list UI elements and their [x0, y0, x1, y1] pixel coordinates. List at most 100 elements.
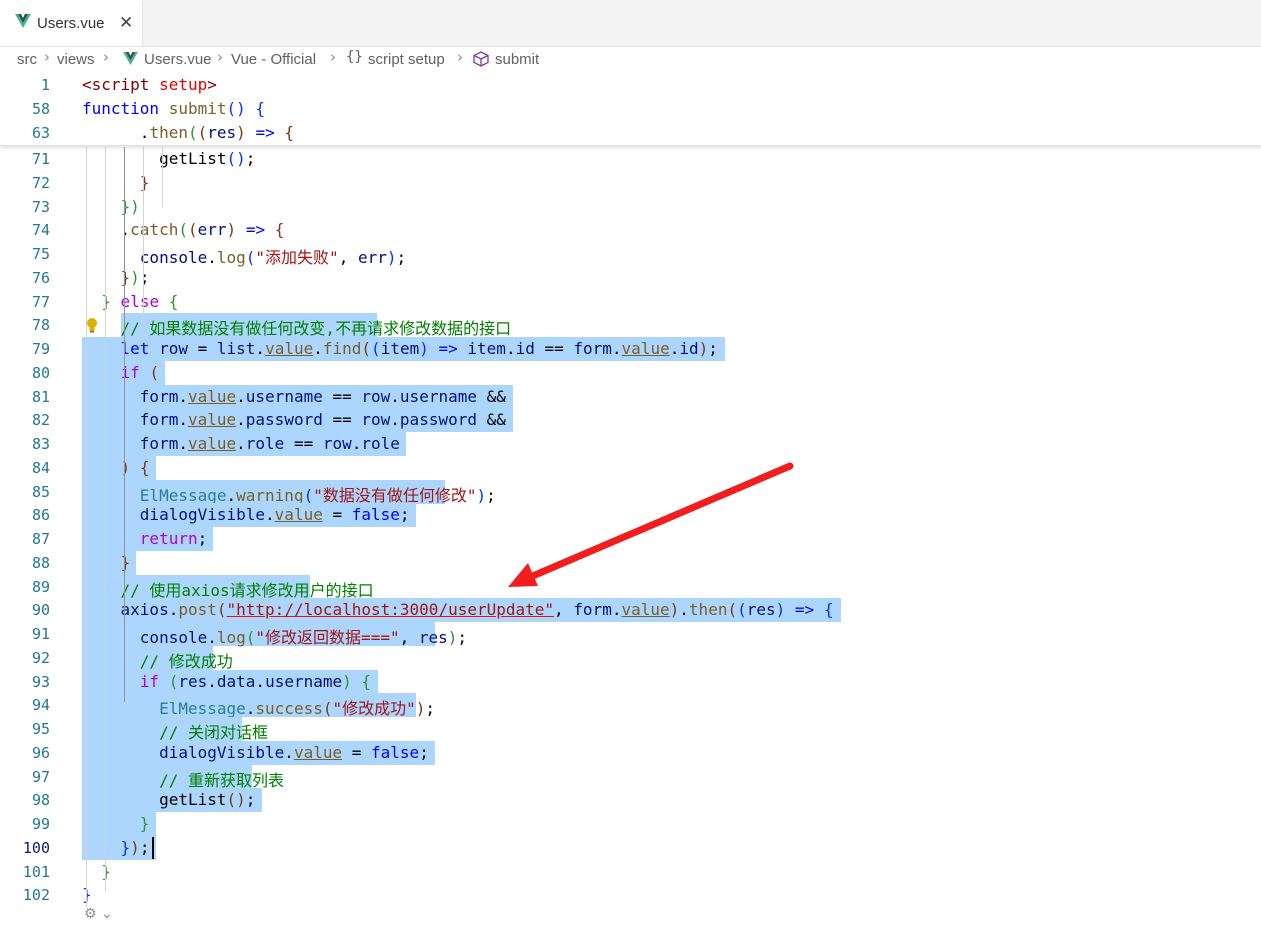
line-number: 85 — [31, 482, 50, 501]
sticky-line[interactable]: 63 .then((res) => { — [0, 121, 1261, 145]
line-number: 75 — [31, 245, 50, 263]
code-line[interactable]: 84 ) { — [0, 455, 1261, 480]
code-line[interactable]: 76 }); — [0, 266, 1261, 290]
code-text: }); — [120, 837, 150, 857]
code-line[interactable]: 85 ElMessage.warning("数据没有做任何修改"); — [0, 479, 1261, 505]
code-text: getList(); — [82, 149, 256, 168]
code-line[interactable]: 87 return; — [0, 527, 1261, 551]
line-number: 99 — [31, 815, 50, 833]
code-line[interactable]: 96 dialogVisible.value = false; — [0, 740, 1261, 765]
code-text: .catch((err) => { — [82, 220, 285, 240]
copilot-icon[interactable]: ⚙ — [84, 906, 97, 922]
chevron-right-icon: › — [457, 48, 463, 66]
vue-icon — [15, 14, 31, 28]
lightbulb-icon[interactable] — [86, 317, 98, 333]
code-editor[interactable]: 71 getList(); 72 } 73 }) 74 .catch((err) =>… — [0, 73, 1261, 927]
sticky-line[interactable]: 58 function submit() { — [0, 97, 1261, 121]
code-line[interactable]: 101 } — [0, 860, 1261, 884]
code-line[interactable]: 99 } — [0, 812, 1261, 836]
sticky-line[interactable]: 1 <script setup> — [0, 73, 1261, 97]
code-text: dialogVisible.value = false; — [159, 742, 429, 762]
tab-users-vue[interactable]: Users.vue ✕ — [0, 0, 143, 46]
code-text: console.log("修改返回数据===", res); — [139, 628, 468, 647]
code-line[interactable]: 86 dialogVisible.value = false; — [0, 503, 1261, 528]
chevron-right-icon: › — [217, 48, 223, 66]
text-cursor — [151, 836, 154, 859]
line-number: 89 — [31, 577, 50, 596]
line-number: 81 — [31, 387, 50, 406]
indent-guide — [124, 147, 125, 702]
code-line[interactable]: 80 if ( — [0, 360, 1261, 385]
code-line[interactable]: 100 }); — [0, 835, 1261, 860]
code-line[interactable]: 74 .catch((err) => { — [0, 218, 1261, 242]
code-text: <script setup> — [82, 75, 217, 94]
code-line[interactable]: 97 // 重新获取列表 — [0, 764, 1261, 790]
code-line[interactable]: 94 ElMessage.success("修改成功"); — [0, 693, 1261, 718]
line-number: 87 — [31, 530, 50, 548]
breadcrumb-language[interactable]: Vue - Official — [231, 51, 316, 68]
vue-icon — [123, 52, 138, 65]
line-number: 100 — [22, 838, 50, 857]
code-text: if ( — [120, 362, 160, 382]
code-line[interactable]: 91 console.log("修改返回数据===", res); — [0, 622, 1261, 647]
close-icon[interactable]: ✕ — [119, 13, 133, 33]
line-number: 76 — [31, 268, 50, 287]
chevron-right-icon: › — [44, 48, 50, 66]
line-number: 63 — [31, 124, 50, 142]
code-line[interactable]: 83 form.value.role == row.role — [0, 432, 1261, 456]
code-line[interactable]: 95 // 关闭对话框 — [0, 717, 1261, 742]
code-text: // 如果数据没有做任何改变,不再请求修改数据的接口 — [120, 319, 512, 339]
breadcrumb-views[interactable]: views — [57, 51, 95, 68]
code-line[interactable]: 93 if (res.data.username) { — [0, 669, 1261, 694]
line-number: 95 — [31, 720, 50, 738]
line-number: 84 — [31, 458, 50, 477]
code-line[interactable]: 92 // 修改成功 — [0, 645, 1261, 671]
code-line[interactable]: 81 form.value.username == row.username &… — [0, 384, 1261, 409]
code-line[interactable]: 79 let row = list.value.find((item) => i… — [0, 337, 1261, 361]
line-number: 80 — [31, 363, 50, 382]
breadcrumb-file[interactable]: Users.vue — [144, 51, 212, 68]
chevron-right-icon: › — [103, 48, 109, 66]
breadcrumb-src[interactable]: src — [17, 51, 37, 68]
code-line[interactable]: 102} — [0, 883, 1261, 907]
chevron-right-icon: › — [330, 48, 336, 66]
code-line[interactable]: 89 // 使用axios请求修改用户的接口 — [0, 574, 1261, 600]
code-line[interactable]: 75 console.log("添加失败", err); — [0, 242, 1261, 267]
line-number: 83 — [31, 435, 50, 453]
line-number: 86 — [31, 506, 50, 525]
line-number: 74 — [31, 221, 50, 240]
line-number: 96 — [31, 743, 50, 762]
code-text: }) — [120, 196, 140, 216]
line-number: 71 — [31, 150, 50, 168]
line-number: 94 — [31, 696, 50, 715]
breadcrumb-script-setup[interactable]: script setup — [368, 51, 445, 68]
code-text: function submit() { — [82, 99, 266, 118]
line-number: 73 — [31, 197, 50, 216]
footer-icons: ⚙ ⌄ — [84, 906, 113, 922]
code-text: form.value.password == row.password && — [139, 410, 506, 430]
code-line[interactable]: 90 axios.post("http://localhost:3000/use… — [0, 598, 1261, 623]
code-line[interactable]: 77 } else { — [0, 290, 1261, 314]
cube-icon — [473, 51, 489, 67]
line-number: 72 — [31, 173, 50, 192]
chevron-down-icon[interactable]: ⌄ — [101, 906, 113, 922]
code-text: .then((res) => { — [82, 123, 294, 142]
line-number: 78 — [31, 316, 50, 335]
tab-bar: Users.vue ✕ — [0, 0, 1261, 47]
code-line[interactable]: 98 getList(); — [0, 788, 1261, 813]
code-line[interactable]: 78 // 如果数据没有做任何改变,不再请求修改数据的接口 — [0, 313, 1261, 339]
code-text: console.log("添加失败", err); — [139, 248, 407, 267]
code-line[interactable]: 72 } — [0, 171, 1261, 195]
code-line[interactable]: 88 } — [0, 550, 1261, 575]
line-number: 88 — [31, 553, 50, 572]
code-line[interactable]: 71 getList(); — [0, 147, 1261, 171]
code-text: axios.post("http://localhost:3000/userUp… — [120, 600, 834, 620]
indent-guide — [143, 147, 144, 317]
breadcrumb-submit[interactable]: submit — [495, 51, 539, 68]
line-number: 102 — [22, 886, 50, 905]
code-text: form.value.role == row.role — [139, 434, 400, 453]
line-number: 79 — [31, 340, 50, 358]
code-line[interactable]: 82 form.value.password == row.password &… — [0, 408, 1261, 433]
tab-label: Users.vue — [37, 15, 105, 32]
code-line[interactable]: 73 }) — [0, 195, 1261, 219]
